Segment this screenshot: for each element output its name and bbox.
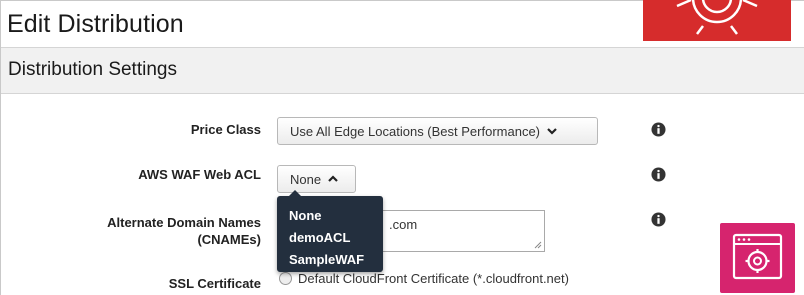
section-header: Distribution Settings (1, 48, 804, 94)
ssl-label: SSL Certificate (168, 276, 261, 291)
ssl-default-label: Default CloudFront Certificate (*.cloudf… (298, 271, 569, 286)
settings-badge (720, 223, 795, 293)
browser-settings-icon (732, 233, 783, 280)
page-title: Edit Distribution (7, 10, 184, 38)
cnames-label-line1: Alternate Domain Names (107, 215, 261, 230)
waf-option-samplewaf[interactable]: SampleWAF (289, 252, 364, 267)
dropdown-arrow (289, 190, 301, 196)
waf-option-demoacl[interactable]: demoACL (289, 230, 350, 245)
info-icon[interactable] (651, 167, 666, 182)
waf-label: AWS WAF Web ACL (138, 167, 261, 182)
waf-badge (643, 0, 791, 41)
waf-shield-icon (676, 0, 758, 35)
waf-value: None (290, 171, 322, 187)
cnames-textarea[interactable]: .com (382, 210, 545, 252)
edit-distribution-page: Edit Distribution Distribution Settings … (0, 0, 804, 295)
section-title: Distribution Settings (8, 59, 177, 80)
cnames-label: Alternate Domain Names (CNAMEs) (60, 214, 261, 248)
waf-option-none[interactable]: None (289, 208, 322, 223)
chevron-up-icon (328, 175, 338, 182)
waf-dropdown-menu: None demoACL SampleWAF (277, 190, 383, 272)
info-icon[interactable] (651, 212, 666, 227)
info-icon[interactable] (651, 122, 666, 137)
price-class-select[interactable]: Use All Edge Locations (Best Performance… (277, 117, 598, 145)
price-class-value: Use All Edge Locations (Best Performance… (290, 123, 541, 139)
waf-select[interactable]: None (277, 165, 356, 193)
cnames-label-line2: (CNAMEs) (197, 232, 261, 247)
chevron-down-icon (547, 128, 557, 135)
ssl-default-option[interactable]: Default CloudFront Certificate (*.cloudf… (279, 271, 569, 286)
ssl-default-radio[interactable] (279, 272, 292, 285)
resize-grip-icon[interactable] (534, 241, 542, 249)
price-class-label: Price Class (190, 122, 261, 137)
cnames-value: .com (389, 217, 418, 232)
